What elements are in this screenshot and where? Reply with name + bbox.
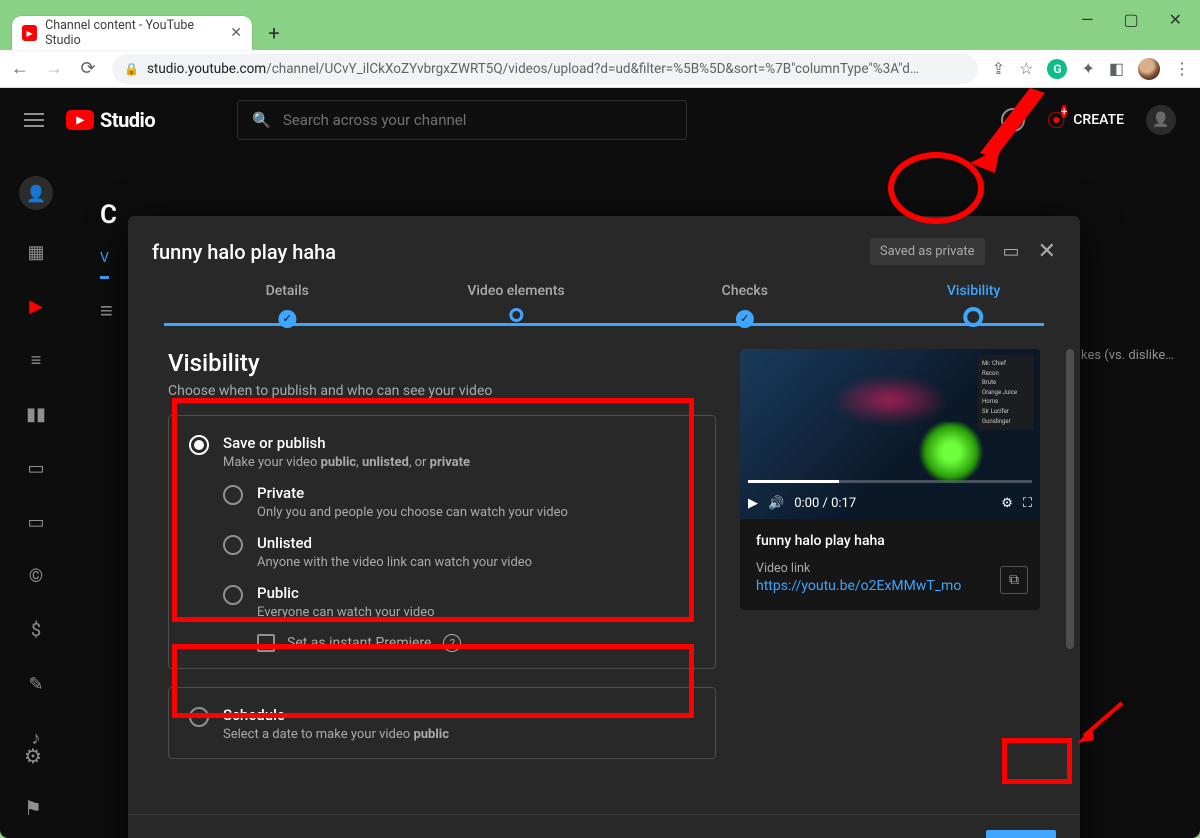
- preview-video-title: funny halo play haha: [756, 533, 1024, 549]
- save-or-publish-radio[interactable]: [189, 435, 209, 455]
- side-panel-icon[interactable]: ◧: [1109, 59, 1124, 78]
- annotation-circle-visibility: [888, 152, 984, 224]
- help-icon[interactable]: ?: [1001, 108, 1025, 132]
- youtube-favicon-icon: [22, 25, 37, 41]
- customization-icon[interactable]: ✎: [24, 672, 48, 696]
- annotation-arrow-save: [1072, 698, 1132, 748]
- channel-avatar-icon[interactable]: 👤: [19, 176, 53, 210]
- video-share-link[interactable]: https://youtu.be/o2ExMMwT_mo: [756, 578, 1024, 594]
- maximize-button[interactable]: ▢: [1123, 10, 1138, 29]
- public-radio[interactable]: [223, 585, 243, 605]
- youtube-studio-logo[interactable]: Studio: [66, 108, 155, 132]
- step-visibility[interactable]: Visibility: [947, 283, 1000, 331]
- back-icon[interactable]: ←: [10, 58, 30, 79]
- account-avatar[interactable]: [1146, 105, 1176, 135]
- video-preview: Mr. Chief Recon Brute Orange Juice Horns…: [740, 349, 1040, 610]
- likes-column-header: Likes (vs. dislike…: [1071, 348, 1174, 363]
- play-icon[interactable]: ▶: [748, 496, 758, 511]
- video-thumbnail[interactable]: Mr. Chief Recon Brute Orange Juice Horns…: [740, 349, 1040, 519]
- window-controls: — ▢ ✕: [1081, 10, 1182, 29]
- content-icon[interactable]: ▶: [24, 294, 48, 318]
- youtube-play-icon: [66, 110, 94, 130]
- lock-icon: 🔒: [124, 62, 139, 76]
- profile-avatar[interactable]: [1138, 58, 1160, 80]
- window-close-button[interactable]: ✕: [1169, 10, 1182, 29]
- schedule-card: Schedule Select a date to make your vide…: [168, 687, 716, 759]
- step-video-elements[interactable]: Video elements: [467, 283, 564, 326]
- minimize-button[interactable]: —: [1081, 10, 1094, 29]
- filter-icon[interactable]: ≡: [100, 298, 113, 324]
- schedule-radio[interactable]: [189, 707, 209, 727]
- extensions-puzzle-icon[interactable]: ✦: [1081, 59, 1094, 78]
- left-nav: 👤 ▦ ▶ ≡ ▮▮ ▭ ▭ © $ ✎ ♪: [0, 152, 72, 750]
- forward-icon: →: [44, 58, 64, 79]
- settings-gear-icon[interactable]: ⚙: [24, 744, 42, 768]
- section-heading: Visibility: [168, 349, 716, 377]
- schedule-title: Schedule: [223, 706, 449, 724]
- grammarly-extension-icon[interactable]: G: [1047, 59, 1067, 79]
- search-input[interactable]: 🔍 Search across your channel: [237, 100, 687, 140]
- studio-topbar: Studio 🔍 Search across your channel ? ⦿ …: [0, 88, 1200, 152]
- premiere-help-icon[interactable]: ?: [443, 634, 461, 652]
- save-or-publish-desc: Make your video public, unlisted, or pri…: [223, 455, 470, 470]
- search-placeholder: Search across your channel: [283, 111, 467, 129]
- kebab-menu-icon[interactable]: ⋮: [1174, 59, 1190, 78]
- save-button[interactable]: SAVE: [986, 830, 1056, 838]
- game-menu-overlay: Mr. Chief Recon Brute Orange Juice Horns…: [978, 355, 1034, 430]
- schedule-desc: Select a date to make your video public: [223, 727, 449, 742]
- hamburger-menu-icon[interactable]: [24, 113, 44, 127]
- address-bar[interactable]: 🔒 studio.youtube.com/channel/UCvY_ilCkXo…: [112, 54, 978, 84]
- feedback-icon[interactable]: ⚑: [24, 796, 42, 820]
- comments-icon[interactable]: ▭: [24, 456, 48, 480]
- copyright-icon[interactable]: ©: [24, 564, 48, 588]
- premiere-label: Set as instant Premiere: [287, 635, 431, 651]
- save-or-publish-title: Save or publish: [223, 434, 470, 452]
- back-button[interactable]: BACK: [908, 831, 972, 838]
- tab-close-icon[interactable]: ✕: [230, 25, 242, 41]
- monetization-icon[interactable]: $: [24, 618, 48, 642]
- volume-icon[interactable]: 🔊: [768, 496, 784, 511]
- feedback-dialog-icon[interactable]: ▭: [1003, 241, 1020, 262]
- video-progress-bar[interactable]: [748, 480, 1032, 483]
- step-details[interactable]: Details✓: [266, 283, 309, 328]
- browser-toolbar: ← → ⟳ 🔒 studio.youtube.com/channel/UCvY_…: [0, 50, 1200, 88]
- scrollbar[interactable]: [1066, 349, 1074, 649]
- page-title: C: [100, 200, 117, 230]
- unlisted-radio[interactable]: [223, 535, 243, 555]
- reload-icon[interactable]: ⟳: [78, 58, 98, 79]
- dialog-title: funny halo play haha: [152, 240, 336, 264]
- dashboard-icon[interactable]: ▦: [24, 240, 48, 264]
- premiere-checkbox[interactable]: [257, 634, 275, 652]
- save-or-publish-card: Save or publish Make your video public, …: [168, 415, 716, 669]
- share-icon[interactable]: ⇪: [992, 59, 1005, 78]
- analytics-icon[interactable]: ▮▮: [24, 402, 48, 426]
- browser-tab[interactable]: Channel content - YouTube Studio ✕: [12, 16, 252, 50]
- videos-tab[interactable]: V: [100, 250, 109, 279]
- stepper: Details✓ Video elements Checks✓ Visibili…: [164, 283, 1044, 339]
- close-dialog-icon[interactable]: ✕: [1038, 239, 1056, 264]
- dialog-footer: ⬆ HD ✓ Checks complete. No issues found.…: [128, 814, 1080, 838]
- video-time: 0:00 / 0:17: [794, 496, 856, 511]
- create-camera-icon: ⦿: [1047, 107, 1065, 133]
- step-checks[interactable]: Checks✓: [722, 283, 768, 328]
- tab-title: Channel content - YouTube Studio: [45, 18, 222, 48]
- upload-dialog: funny halo play haha Saved as private ▭ …: [128, 216, 1080, 838]
- new-tab-button[interactable]: +: [260, 19, 288, 47]
- fullscreen-icon[interactable]: ⛶: [1023, 496, 1032, 511]
- save-status-badge: Saved as private: [870, 238, 985, 265]
- private-radio[interactable]: [223, 485, 243, 505]
- settings-gear-icon[interactable]: ⚙: [1001, 496, 1013, 511]
- copy-link-icon[interactable]: ⧉: [1000, 566, 1028, 594]
- search-icon: 🔍: [252, 111, 271, 129]
- playlists-icon[interactable]: ≡: [24, 348, 48, 372]
- create-button[interactable]: ⦿ CREATE: [1047, 107, 1124, 133]
- section-subheading: Choose when to publish and who can see y…: [168, 383, 716, 399]
- bookmark-star-icon[interactable]: ☆: [1019, 59, 1033, 78]
- subtitles-icon[interactable]: ▭: [24, 510, 48, 534]
- url-text: studio.youtube.com/channel/UCvY_ilCkXoZY…: [147, 61, 919, 77]
- video-link-label: Video link: [756, 561, 1024, 576]
